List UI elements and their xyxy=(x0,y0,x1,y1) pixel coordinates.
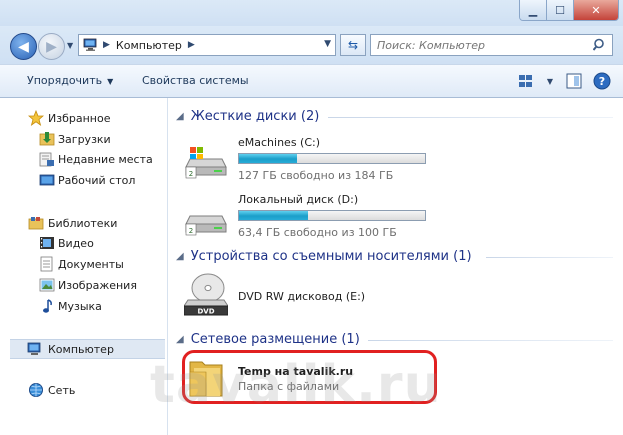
nav-documents[interactable]: Документы xyxy=(0,254,167,274)
network-icon xyxy=(29,383,43,397)
title-bar: ▁ ☐ ✕ xyxy=(0,0,623,26)
drive-usage-fill xyxy=(239,211,308,220)
nav-downloads[interactable]: Загрузки xyxy=(0,129,167,149)
nav-computer[interactable]: Компьютер xyxy=(10,339,165,359)
nav-recent-places[interactable]: Недавние места xyxy=(0,149,167,169)
explorer-window: ▁ ☐ ✕ ◀ ▶ ▼ ▶ Компьютер ▶ ▼ ⇆ Поиск: Ком… xyxy=(0,0,623,435)
nav-label: Рабочий стол xyxy=(58,173,136,187)
nav-images[interactable]: Изображения xyxy=(0,275,167,295)
nav-label: Музыка xyxy=(58,299,102,313)
images-icon xyxy=(39,278,55,292)
change-view-icon[interactable] xyxy=(517,72,535,90)
minimize-button[interactable]: ▁ xyxy=(520,0,546,20)
video-icon xyxy=(40,237,54,249)
star-icon xyxy=(28,110,44,126)
breadcrumb-computer[interactable]: Компьютер xyxy=(116,39,182,52)
dvd-drive-item[interactable]: DVD DVD RW дисковод (E:) xyxy=(184,270,424,322)
desktop-icon xyxy=(39,174,55,186)
nav-music[interactable]: Музыка xyxy=(0,296,167,316)
nav-desktop[interactable]: Рабочий стол xyxy=(0,170,167,190)
system-properties-button[interactable]: Свойства системы xyxy=(142,74,249,87)
svg-text:DVD: DVD xyxy=(197,308,214,316)
nav-favorites[interactable]: Избранное xyxy=(0,108,167,128)
computer-icon xyxy=(27,342,41,355)
nav-label: Изображения xyxy=(58,278,137,292)
group-divider xyxy=(328,117,613,118)
drive-item-c[interactable]: 2 eMachines (C:) 127 ГБ свободно из 184 … xyxy=(184,133,454,183)
svg-text:2: 2 xyxy=(189,170,193,178)
navigation-pane: Избранное Загрузки Недавние места Рабочи… xyxy=(0,98,168,435)
local-drive-icon: 2 xyxy=(185,215,227,236)
drive-item-d[interactable]: 2 Локальный диск (D:) 63,4 ГБ свободно и… xyxy=(184,190,454,240)
downloads-folder-icon xyxy=(39,132,55,146)
search-icon[interactable] xyxy=(593,38,607,52)
address-row: ◀ ▶ ▼ ▶ Компьютер ▶ ▼ ⇆ xyxy=(0,26,623,64)
content-pane: ◢ Жесткие диски (2) 2 eMachines (C:) 127… xyxy=(168,98,623,435)
command-bar: Упорядочить ▼ Свойства системы ▼ ? xyxy=(0,64,623,98)
refresh-button[interactable]: ⇆ xyxy=(340,34,366,56)
group-divider xyxy=(368,340,613,341)
maximize-button[interactable]: ☐ xyxy=(546,0,573,20)
nav-label: Избранное xyxy=(48,111,111,125)
drive-usage-bar xyxy=(238,210,426,221)
view-dropdown-icon[interactable]: ▼ xyxy=(545,72,555,90)
svg-text:2: 2 xyxy=(189,227,193,235)
breadcrumb-chevron-icon[interactable]: ▶ xyxy=(103,40,110,50)
address-bar[interactable]: ▶ Компьютер ▶ ▼ xyxy=(78,34,336,56)
caret-down-icon: ▼ xyxy=(107,77,114,86)
nav-label: Документы xyxy=(58,257,124,271)
drive-usage-bar xyxy=(238,153,426,164)
drive-free-space: 63,4 ГБ свободно из 100 ГБ xyxy=(238,226,397,239)
drive-name: eMachines (C:) xyxy=(238,136,321,149)
group-divider xyxy=(486,257,613,258)
group-title: Устройства со съемными носителями (1) xyxy=(190,248,472,264)
back-button[interactable]: ◀ xyxy=(10,33,37,60)
nav-network[interactable]: Сеть xyxy=(0,380,167,400)
computer-icon xyxy=(83,38,97,51)
libraries-icon xyxy=(28,217,44,230)
nav-label: Видео xyxy=(58,236,94,250)
svg-text:?: ? xyxy=(599,75,605,88)
group-title: Жесткие диски (2) xyxy=(190,108,320,124)
address-dropdown-icon[interactable]: ▼ xyxy=(324,39,331,49)
collapse-chevron-icon[interactable]: ◢ xyxy=(176,334,184,345)
organize-label: Упорядочить xyxy=(27,74,103,87)
nav-libraries[interactable]: Библиотеки xyxy=(0,213,167,233)
system-drive-icon: 2 xyxy=(185,147,227,179)
group-header-network[interactable]: ◢ Сетевое размещение (1) xyxy=(176,329,360,349)
group-header-hard-disks[interactable]: ◢ Жесткие диски (2) xyxy=(176,106,319,126)
group-header-removable[interactable]: ◢ Устройства со съемными носителями (1) xyxy=(176,246,472,266)
dvd-drive-icon: DVD xyxy=(184,273,228,316)
search-box[interactable] xyxy=(370,34,613,56)
nav-label: Недавние места xyxy=(58,152,153,166)
system-properties-label: Свойства системы xyxy=(142,74,249,87)
nav-label: Компьютер xyxy=(48,342,114,356)
view-controls: ▼ ? xyxy=(517,72,611,90)
close-button[interactable]: ✕ xyxy=(573,0,618,20)
highlight-annotation xyxy=(182,350,437,404)
collapse-chevron-icon[interactable]: ◢ xyxy=(176,111,184,122)
nav-label: Библиотеки xyxy=(48,216,118,230)
nav-video[interactable]: Видео xyxy=(0,233,167,253)
recent-places-icon xyxy=(39,152,54,167)
caption-buttons: ▁ ☐ ✕ xyxy=(519,0,619,21)
organize-button[interactable]: Упорядочить ▼ xyxy=(27,74,113,87)
preview-pane-icon[interactable] xyxy=(565,72,583,90)
search-input[interactable] xyxy=(371,37,589,53)
collapse-chevron-icon[interactable]: ◢ xyxy=(176,251,184,262)
group-title: Сетевое размещение (1) xyxy=(190,331,360,347)
documents-icon xyxy=(40,256,53,272)
drive-usage-fill xyxy=(239,154,297,163)
drive-name: Локальный диск (D:) xyxy=(238,193,359,206)
forward-button[interactable]: ▶ xyxy=(38,33,65,60)
nav-label: Сеть xyxy=(48,383,76,397)
drive-free-space: 127 ГБ свободно из 184 ГБ xyxy=(238,169,394,182)
drive-name: DVD RW дисковод (E:) xyxy=(238,290,366,303)
music-icon xyxy=(43,299,52,313)
help-icon[interactable]: ? xyxy=(593,72,611,90)
breadcrumb-chevron-icon[interactable]: ▶ xyxy=(188,40,195,50)
history-dropdown-icon[interactable]: ▼ xyxy=(67,41,73,50)
nav-label: Загрузки xyxy=(58,132,111,146)
